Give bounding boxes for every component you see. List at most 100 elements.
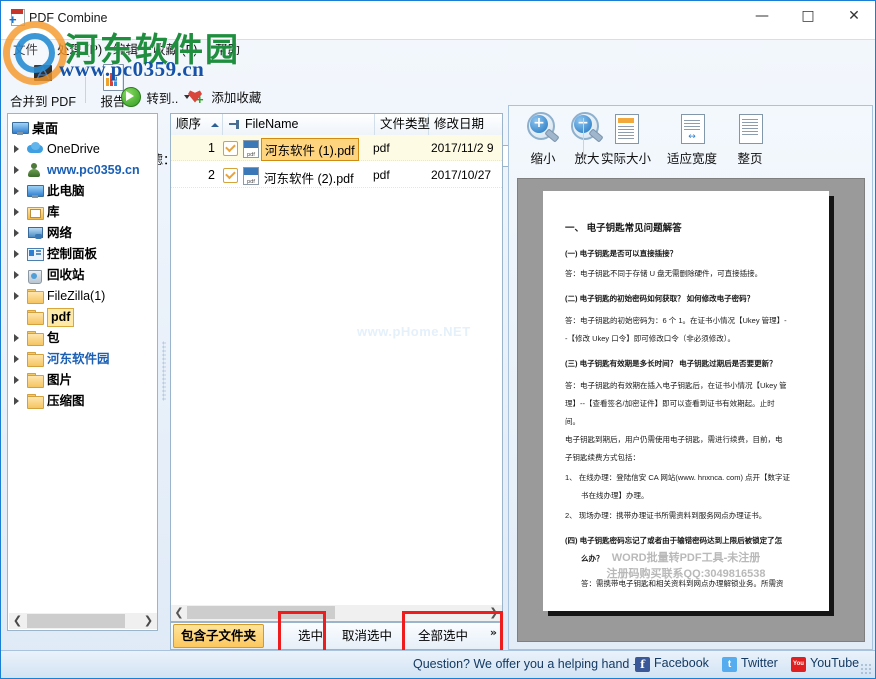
tree-item-6[interactable]: 控制面板: [8, 244, 157, 265]
pdf-text-line: 答：电子钥匙不同于存储 U 盘无需删除硬件，可直接插接。: [565, 269, 762, 278]
tree-item-0[interactable]: 桌面: [8, 118, 157, 139]
tree-item-3[interactable]: 此电脑: [8, 181, 157, 202]
tree-item-1[interactable]: OneDrive: [8, 139, 157, 160]
tree-item-label: OneDrive: [47, 139, 100, 160]
merge-icon: [26, 63, 60, 91]
twitter-link[interactable]: t Twitter: [722, 656, 778, 670]
zoom-out-icon: +: [526, 112, 560, 146]
tree-expand-arrow-icon[interactable]: [14, 334, 19, 342]
tree-expand-arrow-icon[interactable]: [14, 166, 19, 174]
pdf-page: 一、 电子钥匙常见问题解答(一) 电子钥匙是否可以直接插接？答：电子钥匙不同于存…: [543, 191, 829, 611]
column-header-filetype[interactable]: 文件类型: [375, 114, 429, 135]
folder-icon: [27, 310, 43, 325]
close-button[interactable]: ✕: [831, 1, 876, 31]
table-row[interactable]: 1河东软件 (1).pdfpdf2017/11/2 9: [171, 135, 502, 161]
tree-expand-arrow-icon[interactable]: [14, 376, 19, 384]
preview-canvas[interactable]: 一、 电子钥匙常见问题解答(一) 电子钥匙是否可以直接插接？答：电子钥匙不同于存…: [517, 178, 865, 642]
monitor-icon: [27, 184, 43, 199]
deselect-button[interactable]: 取消选中: [335, 624, 399, 648]
row-filetype: pdf: [373, 168, 390, 182]
tree-item-9[interactable]: pdf: [8, 307, 157, 328]
panel-splitter[interactable]: [160, 113, 168, 631]
folder-icon: [27, 352, 43, 367]
tree-expand-arrow-icon[interactable]: [14, 397, 19, 405]
pdf-file-icon: [243, 140, 259, 158]
splitter-grip-icon[interactable]: [162, 341, 166, 401]
pdf-text-line: 2、 现场办理：携带办理证书所需资料到服务网点办理证书。: [565, 511, 766, 520]
tree-item-4[interactable]: 库: [8, 202, 157, 223]
preview-pane: + 缩小 − 放大 实际大小 ↔ 适应宽度: [508, 105, 873, 650]
whole-page-button[interactable]: 整页: [725, 112, 775, 167]
actual-size-icon: [611, 112, 641, 146]
column-header-moddate[interactable]: 修改日期: [429, 114, 503, 135]
tree-expand-arrow-icon[interactable]: [14, 292, 19, 300]
merge-to-pdf-button[interactable]: 合并到 PDF: [5, 63, 81, 110]
whole-page-label: 整页: [725, 148, 775, 167]
add-favorite-button[interactable]: + 添加收藏: [187, 87, 297, 106]
tree-item-11[interactable]: 河东软件园: [8, 349, 157, 370]
column-header-filename[interactable]: FileName: [223, 114, 375, 135]
facebook-link[interactable]: f Facebook: [635, 656, 709, 670]
tree-expand-arrow-icon[interactable]: [14, 271, 19, 279]
row-filetype: pdf: [373, 141, 390, 155]
tree-scroll-left-icon[interactable]: ❮: [9, 614, 26, 628]
tree-item-8[interactable]: FileZilla(1): [8, 286, 157, 307]
column-header-order[interactable]: 顺序: [171, 114, 223, 135]
favorite-heart-icon: +: [187, 88, 205, 106]
menu-item-process[interactable]: 处理 (P): [53, 41, 106, 59]
resize-grip-icon[interactable]: [860, 663, 872, 675]
file-list[interactable]: 顺序 FileName 文件类型 修改日期 1河东软件 (1).pdfpdf20…: [170, 113, 503, 631]
row-checkbox[interactable]: [223, 141, 238, 156]
tree-item-7[interactable]: 回收站: [8, 265, 157, 286]
row-checkbox[interactable]: [223, 168, 238, 183]
minimize-icon: —: [739, 1, 785, 31]
maximize-button[interactable]: □: [785, 1, 831, 31]
tree-item-2[interactable]: www.pc0359.cn: [8, 160, 157, 181]
column-header-order-label: 顺序: [176, 117, 201, 131]
tree-item-10[interactable]: 包: [8, 328, 157, 349]
tree-item-label: 回收站: [47, 265, 85, 286]
twitter-icon: t: [722, 657, 737, 672]
menu-item-edit[interactable]: 编辑: [109, 41, 142, 59]
tree-expand-arrow-icon[interactable]: [14, 145, 19, 153]
pdf-text-line: (二) 电子钥匙的初始密码如何获取？ 如何修改电子密码？: [565, 294, 754, 303]
fit-width-button[interactable]: ↔ 适应宽度: [659, 112, 725, 167]
tree-expand-arrow-icon[interactable]: [14, 187, 19, 195]
minimize-button[interactable]: —: [739, 1, 785, 31]
library-icon: [27, 205, 43, 220]
row-order: 1: [171, 141, 215, 155]
youtube-link[interactable]: You YouTube: [791, 656, 859, 670]
tree-expand-arrow-icon[interactable]: [14, 355, 19, 363]
tree-item-13[interactable]: 压缩图: [8, 391, 157, 412]
folder-tree[interactable]: 桌面OneDrivewww.pc0359.cn此电脑库网络控制面板回收站File…: [7, 113, 158, 631]
list-scroll-left-icon[interactable]: ❮: [171, 605, 187, 620]
fit-width-label: 适应宽度: [659, 148, 725, 167]
zoom-out-button[interactable]: + 缩小: [521, 112, 565, 167]
pdf-watermark-line1: WORD批量转PDF工具-未注册: [543, 549, 829, 565]
tree-item-label: 库: [47, 202, 60, 223]
menu-item-favorite[interactable]: 收藏 (F): [149, 41, 201, 59]
pdf-file-icon: [243, 167, 259, 185]
tree-item-label: 压缩图: [47, 391, 85, 412]
main-toolbar: 合并到 PDF 报告 转到.. + 添加收藏 过滤： + 所有支持的文件 Adv…: [1, 61, 875, 111]
tree-expand-arrow-icon[interactable]: [14, 229, 19, 237]
cloud-icon: [27, 142, 43, 157]
tree-horizontal-scrollbar[interactable]: ❮ ❯: [9, 613, 157, 629]
menu-item-file[interactable]: 文件: [9, 41, 42, 59]
pdf-text-line: 子钥匙续费方式包括：: [565, 453, 640, 462]
pin-icon: [229, 120, 240, 129]
row-moddate: 2017/10/27: [431, 168, 491, 182]
tree-expand-arrow-icon[interactable]: [14, 250, 19, 258]
facebook-icon: f: [635, 657, 650, 672]
tree-item-5[interactable]: 网络: [8, 223, 157, 244]
tree-scroll-right-icon[interactable]: ❯: [140, 614, 157, 628]
actual-size-button[interactable]: 实际大小: [593, 112, 659, 167]
include-subfolders-button[interactable]: 包含子文件夹: [173, 624, 264, 648]
tree-item-12[interactable]: 图片: [8, 370, 157, 391]
youtube-label: YouTube: [810, 656, 859, 670]
menu-item-help[interactable]: 帮助: [211, 41, 244, 59]
tree-scroll-thumb[interactable]: [27, 614, 125, 628]
table-row[interactable]: 2河东软件 (2).pdfpdf2017/10/27: [171, 162, 502, 188]
goto-icon: [121, 87, 141, 107]
tree-expand-arrow-icon[interactable]: [14, 208, 19, 216]
